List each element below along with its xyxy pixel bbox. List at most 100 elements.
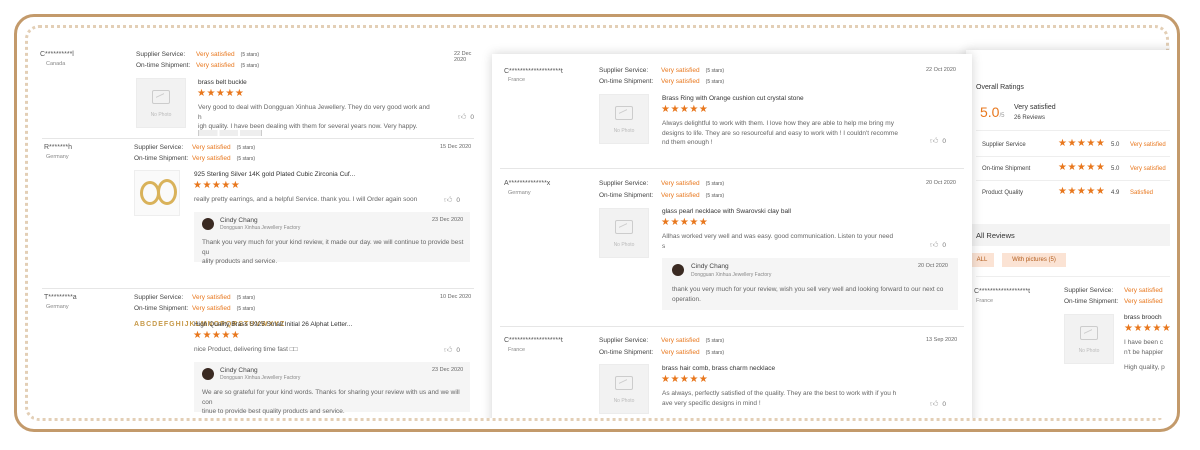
review-text: Very good to deal with Dongguan Xinhua J… xyxy=(198,104,430,130)
product-title[interactable]: brass belt buckle xyxy=(198,79,247,86)
left-review-panel: C**********l Canada Supplier Service: Ve… xyxy=(34,40,482,418)
shipment-value: Very satisfied (5 stars) xyxy=(196,62,260,69)
product-thumbnail[interactable]: No Photo xyxy=(599,208,649,258)
image-placeholder-icon xyxy=(152,90,170,104)
review-card: A**************x Germany Supplier Servic… xyxy=(492,170,972,350)
rating-stars: ★★★★★ xyxy=(1058,138,1106,149)
reviewer-country: Germany xyxy=(508,190,531,196)
like-button[interactable]: 👍︎ 0 xyxy=(444,345,460,355)
reviewer-country: Germany xyxy=(46,154,69,160)
reply-company: Dongguan Xinhua Jewellery Factory xyxy=(220,225,301,231)
rating-stars: ★★★★★ xyxy=(661,217,709,228)
reviewer-name: T*********a xyxy=(44,294,77,301)
product-title[interactable]: glass pearl necklace with Swarovski clay… xyxy=(662,208,791,215)
no-photo-text: No Photo xyxy=(150,112,172,118)
overall-ratings-title: Overall Ratings xyxy=(976,84,1024,91)
rating-row-score: 5.0 xyxy=(1111,142,1120,148)
review-date: 20 Oct 2020 xyxy=(926,180,956,186)
product-title[interactable]: brass brooch xyxy=(1124,314,1162,321)
rating-stars: ★★★★★ xyxy=(193,330,241,341)
rating-stars: ★★★★★ xyxy=(193,180,241,191)
rating-stars: ★★★★★ xyxy=(1124,323,1170,334)
like-button[interactable]: 👍︎ 0 xyxy=(930,399,946,409)
product-title[interactable]: brass hair comb, brass charm necklace xyxy=(662,365,775,372)
divider xyxy=(976,130,1170,131)
supplier-service-label: Supplier Service: xyxy=(136,51,186,58)
no-photo-text: No Photo xyxy=(613,128,635,134)
shipment-label: On-time Shipment: xyxy=(1064,298,1119,305)
like-button[interactable]: 👍︎ 0 xyxy=(930,240,946,250)
shipment-label: On-time Shipment: xyxy=(136,62,191,69)
product-thumbnail[interactable]: No Photo xyxy=(599,364,649,414)
review-card: C**********l Canada Supplier Service: Ve… xyxy=(34,40,482,140)
collage: C**********l Canada Supplier Service: Ve… xyxy=(26,26,1170,418)
reply-company: Dongguan Xinhua Jewellery Factory xyxy=(691,272,772,278)
rating-stars: ★★★★★ xyxy=(1058,162,1106,173)
filter-all-button[interactable]: ALL xyxy=(970,253,994,267)
thumbs-up-icon: 👍︎ xyxy=(444,195,453,204)
reviews-count: 26 Reviews xyxy=(1014,115,1046,121)
reviewer-name: C**********l xyxy=(40,51,74,58)
reply-text: We are so grateful for your kind words. … xyxy=(202,389,460,415)
reply-text: Thank you very much for your kind review… xyxy=(202,239,464,265)
like-button[interactable]: 👍︎ 0 xyxy=(458,112,474,122)
image-strip xyxy=(198,130,262,136)
image-placeholder-icon xyxy=(615,106,633,120)
review-text: Allhas worked very well and was easy. go… xyxy=(662,233,894,250)
product-thumbnail[interactable]: No Photo xyxy=(599,94,649,144)
reply-author: Cindy Chang xyxy=(691,263,729,270)
review-card: R*******h Germany Supplier Service: Very… xyxy=(34,140,482,280)
rating-row-label: Supplier Service xyxy=(982,142,1026,148)
seller-reply: Cindy Chang Dongguan Xinhua Jewellery Fa… xyxy=(662,258,958,310)
supplier-service-value: Very satisfied (5 stars) xyxy=(192,144,256,151)
reply-author: Cindy Chang xyxy=(220,367,258,374)
reviewer-name: C******************t xyxy=(974,288,1031,295)
supplier-service-label: Supplier Service: xyxy=(134,144,184,151)
shipment-label: On-time Shipment: xyxy=(134,305,189,312)
reply-text: thank you very much for your review, wis… xyxy=(672,286,944,303)
filter-with-pictures-button[interactable]: With pictures (5) xyxy=(1002,253,1066,267)
shipment-value: Very satisfied (5 stars) xyxy=(192,305,256,312)
product-title[interactable]: 925 Sterling Silver 14K gold Plated Cubi… xyxy=(194,171,355,178)
rating-row-score: 5.0 xyxy=(1111,166,1120,172)
overall-score: 5.0/5 xyxy=(980,104,1005,120)
shipment-value: Very satisfied (5 stars) xyxy=(661,349,725,356)
supplier-service-label: Supplier Service: xyxy=(599,67,649,74)
shipment-value: Very satisfied (5 stars) xyxy=(192,155,256,162)
review-date: 22 Oct 2020 xyxy=(926,67,956,73)
earring-image xyxy=(157,179,177,205)
seller-reply: Cindy Chang Dongguan Xinhua Jewellery Fa… xyxy=(194,212,470,265)
review-text: Always delightful to work with them. I l… xyxy=(662,120,898,146)
review-date: 13 Sep 2020 xyxy=(926,337,958,343)
product-thumbnail[interactable]: No Photo xyxy=(1064,314,1114,364)
no-photo-text: No Photo xyxy=(613,398,635,404)
shipment-value: Very satisfied (5 stars) xyxy=(661,192,725,199)
supplier-service-label: Supplier Service: xyxy=(599,337,649,344)
rating-stars: ★★★★★ xyxy=(661,374,709,385)
review-text: really pretty earrings, and a helpful Se… xyxy=(194,196,418,203)
product-thumbnail[interactable] xyxy=(134,170,180,216)
divider xyxy=(976,180,1170,181)
product-title[interactable]: High Quality Brass S925 Small Initial 26… xyxy=(194,321,352,328)
divider xyxy=(42,138,474,139)
middle-review-panel: C*******************t France Supplier Se… xyxy=(492,54,972,418)
divider xyxy=(976,156,1170,157)
supplier-service-value: Very satisfied (5 stars) xyxy=(192,294,256,301)
ratings-panel: Overall Ratings 5.0/5 Very satisfied 26 … xyxy=(966,50,1170,418)
overall-score-text: Very satisfied xyxy=(1014,104,1056,111)
rating-row-text: Very satisfied xyxy=(1130,166,1166,172)
reviewer-name: A**************x xyxy=(504,180,551,187)
rating-row-score: 4.9 xyxy=(1111,190,1120,196)
avatar xyxy=(672,264,684,276)
product-thumbnail[interactable]: No Photo xyxy=(136,78,186,128)
product-thumbnail[interactable]: ABCDEFGHIJKLMNOPQRSTUVWXYZ xyxy=(134,320,284,366)
shipment-label: On-time Shipment: xyxy=(599,349,654,356)
product-title[interactable]: Brass Ring with Orange cushion cut cryst… xyxy=(662,95,804,102)
image-placeholder-icon xyxy=(615,376,633,390)
reply-company: Dongguan Xinhua Jewellery Factory xyxy=(220,375,301,381)
reply-date: 23 Dec 2020 xyxy=(432,217,464,223)
like-button[interactable]: 👍︎ 0 xyxy=(444,195,460,205)
thumbs-up-icon: 👍︎ xyxy=(930,136,939,145)
avatar xyxy=(202,218,214,230)
like-button[interactable]: 👍︎ 0 xyxy=(930,136,946,146)
